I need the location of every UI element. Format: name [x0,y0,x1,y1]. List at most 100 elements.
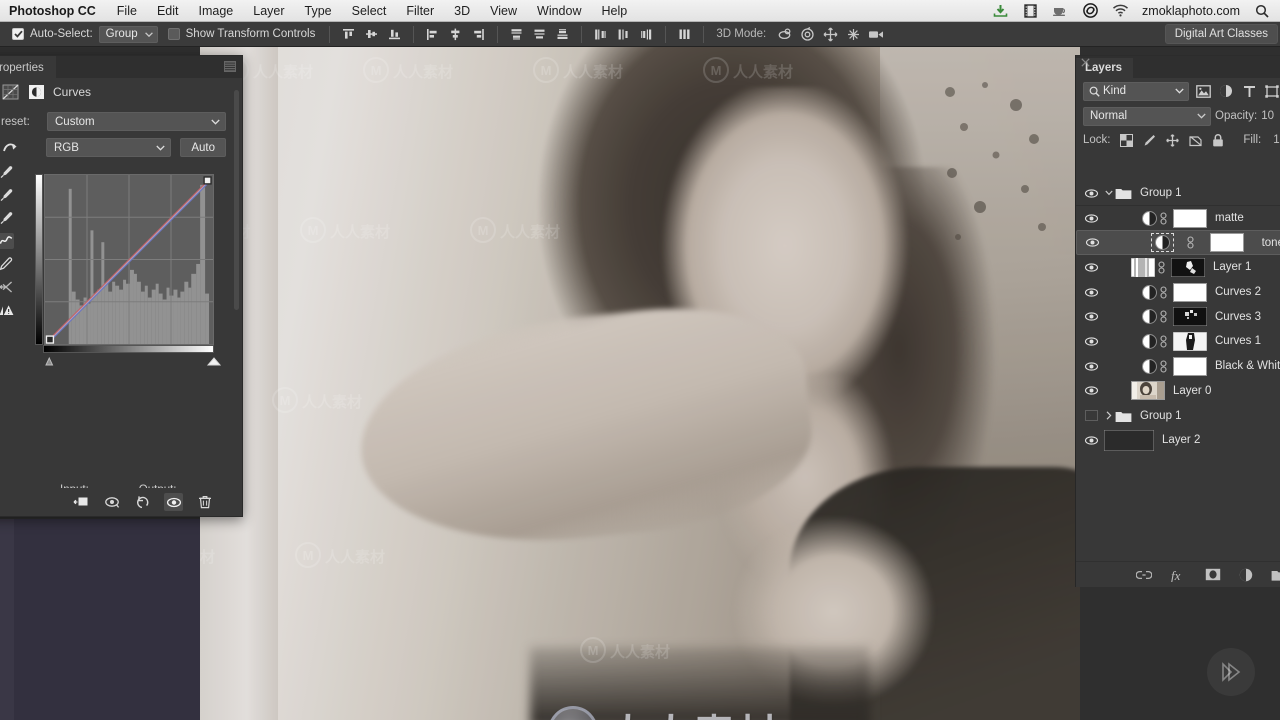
distribute-bottom-edges-icon[interactable] [552,24,573,44]
tab-properties[interactable]: roperties [0,56,56,78]
layer-visibility-toggle[interactable] [1080,330,1102,352]
layer-thumbnail[interactable] [1131,381,1165,401]
smooth-curve-icon[interactable] [0,279,14,295]
adjustment-thumbnail[interactable] [1142,358,1157,374]
layer-name[interactable]: Group 1 [1140,410,1182,422]
drag-3d-object-icon[interactable] [820,24,841,44]
search-icon[interactable] [1253,3,1270,18]
adjustment-thumbnail[interactable] [1142,284,1157,300]
menu-file[interactable]: File [107,4,147,18]
layer-name[interactable]: tone [1262,237,1280,249]
download-icon[interactable] [992,3,1009,18]
clip-to-layer-icon[interactable] [71,493,90,511]
filter-type-layers-icon[interactable] [1240,82,1258,100]
menu-type[interactable]: Type [295,4,342,18]
link-mask-icon[interactable] [1157,335,1170,348]
menu-help[interactable]: Help [592,4,638,18]
link-mask-icon[interactable] [1155,261,1168,274]
menu-select[interactable]: Select [342,4,397,18]
align-vertical-centers-icon[interactable] [361,24,382,44]
rotate-3d-object-icon[interactable] [774,24,795,44]
creative-cloud-icon[interactable] [1082,3,1099,18]
align-horizontal-centers-icon[interactable] [445,24,466,44]
auto-button[interactable]: Auto [180,138,226,157]
align-left-edges-icon[interactable] [422,24,443,44]
menu-view[interactable]: View [480,4,527,18]
layer-mask-thumbnail[interactable] [1209,233,1244,253]
layer-name[interactable]: Layer 1 [1213,261,1251,273]
menu-edit[interactable]: Edit [147,4,189,18]
close-icon[interactable] [1081,58,1091,68]
properties-scrollbar[interactable] [234,90,239,310]
table-row[interactable]: Curves 1 [1076,329,1280,354]
white-point-slider[interactable] [204,354,226,366]
reset-adjustment-icon[interactable] [133,493,152,511]
on-image-adjust-tool[interactable] [1,140,46,156]
align-bottom-edges-icon[interactable] [384,24,405,44]
link-mask-icon[interactable] [1157,211,1170,225]
distribute-vertical-centers-icon[interactable] [529,24,550,44]
menu-filter[interactable]: Filter [396,4,444,18]
channel-dropdown[interactable]: RGB [45,138,172,157]
adjustment-thumbnail-selected[interactable] [1151,233,1175,253]
distribute-right-edges-icon[interactable] [636,24,657,44]
layer-name[interactable]: Layer 2 [1162,434,1200,446]
layer-mask-thumbnail[interactable] [1173,307,1207,327]
auto-select-checkbox[interactable] [12,28,24,40]
film-icon[interactable] [1022,3,1039,18]
layer-name[interactable]: Curves 3 [1215,311,1261,323]
black-point-eyedropper-icon[interactable] [0,164,14,180]
link-layers-icon[interactable] [1136,566,1152,584]
table-row[interactable]: Layer 0 [1076,379,1280,404]
workspace-button[interactable]: Digital Art Classes [1164,24,1278,44]
layer-mask-thumbnail[interactable] [1171,257,1205,277]
table-row[interactable]: tone [1076,230,1280,256]
pencil-tool-icon[interactable] [0,256,14,272]
layer-thumbnail[interactable] [1131,257,1155,277]
layer-visibility-toggle[interactable] [1080,380,1102,402]
layer-visibility-toggle[interactable] [1080,405,1102,427]
align-top-edges-icon[interactable] [338,24,359,44]
adjustment-thumbnail[interactable] [1142,210,1157,226]
link-mask-icon[interactable] [1157,310,1170,323]
wifi-icon[interactable] [1112,3,1129,18]
white-point-eyedropper-icon[interactable] [0,210,14,226]
fill-value[interactable]: 10 [1273,134,1280,146]
layer-style-fx-icon[interactable]: fx [1170,566,1187,584]
layer-mask-thumbnail[interactable] [1173,356,1207,376]
view-previous-state-icon[interactable] [102,493,121,511]
lock-position-icon[interactable] [1165,133,1180,148]
menu-layer[interactable]: Layer [243,4,294,18]
toggle-layer-visibility-icon[interactable] [164,493,183,511]
align-more-options-icon[interactable] [674,24,695,44]
link-mask-icon[interactable] [1157,360,1170,373]
layer-visibility-toggle[interactable] [1080,207,1102,229]
table-row[interactable]: Black & White [1076,354,1280,379]
new-adjustment-layer-icon[interactable] [1239,566,1253,584]
align-right-edges-icon[interactable] [468,24,489,44]
show-transform-checkbox[interactable] [167,28,180,40]
new-group-icon[interactable] [1271,566,1280,584]
filter-kind-dropdown[interactable]: Kind [1083,81,1189,101]
layer-thumbnail[interactable] [1104,429,1154,451]
layer-visibility-toggle[interactable] [1080,355,1102,377]
table-row[interactable]: Curves 3 [1076,304,1280,329]
adjustment-thumbnail[interactable] [1142,309,1157,325]
add-layer-mask-icon[interactable] [1205,566,1221,584]
layer-visibility-toggle[interactable] [1080,281,1102,303]
layer-mask-thumbnail[interactable] [1173,208,1207,228]
filter-pixel-layers-icon[interactable] [1194,82,1212,100]
distribute-top-edges-icon[interactable] [506,24,527,44]
table-row[interactable]: matte [1076,206,1280,231]
distribute-left-edges-icon[interactable] [590,24,611,44]
slide-3d-object-icon[interactable] [843,24,864,44]
layer-visibility-toggle[interactable] [1081,232,1103,254]
layer-name[interactable]: matte [1215,212,1244,224]
group-expand-toggle[interactable] [1102,190,1115,196]
delete-adjustment-icon[interactable] [195,493,214,511]
layer-name[interactable]: Curves 1 [1215,335,1261,347]
layer-name[interactable]: Layer 0 [1173,385,1211,397]
layer-name[interactable]: Black & White [1215,360,1280,372]
layer-mask-thumbnail[interactable] [1173,331,1207,351]
lock-transparent-pixels-icon[interactable] [1119,133,1134,148]
